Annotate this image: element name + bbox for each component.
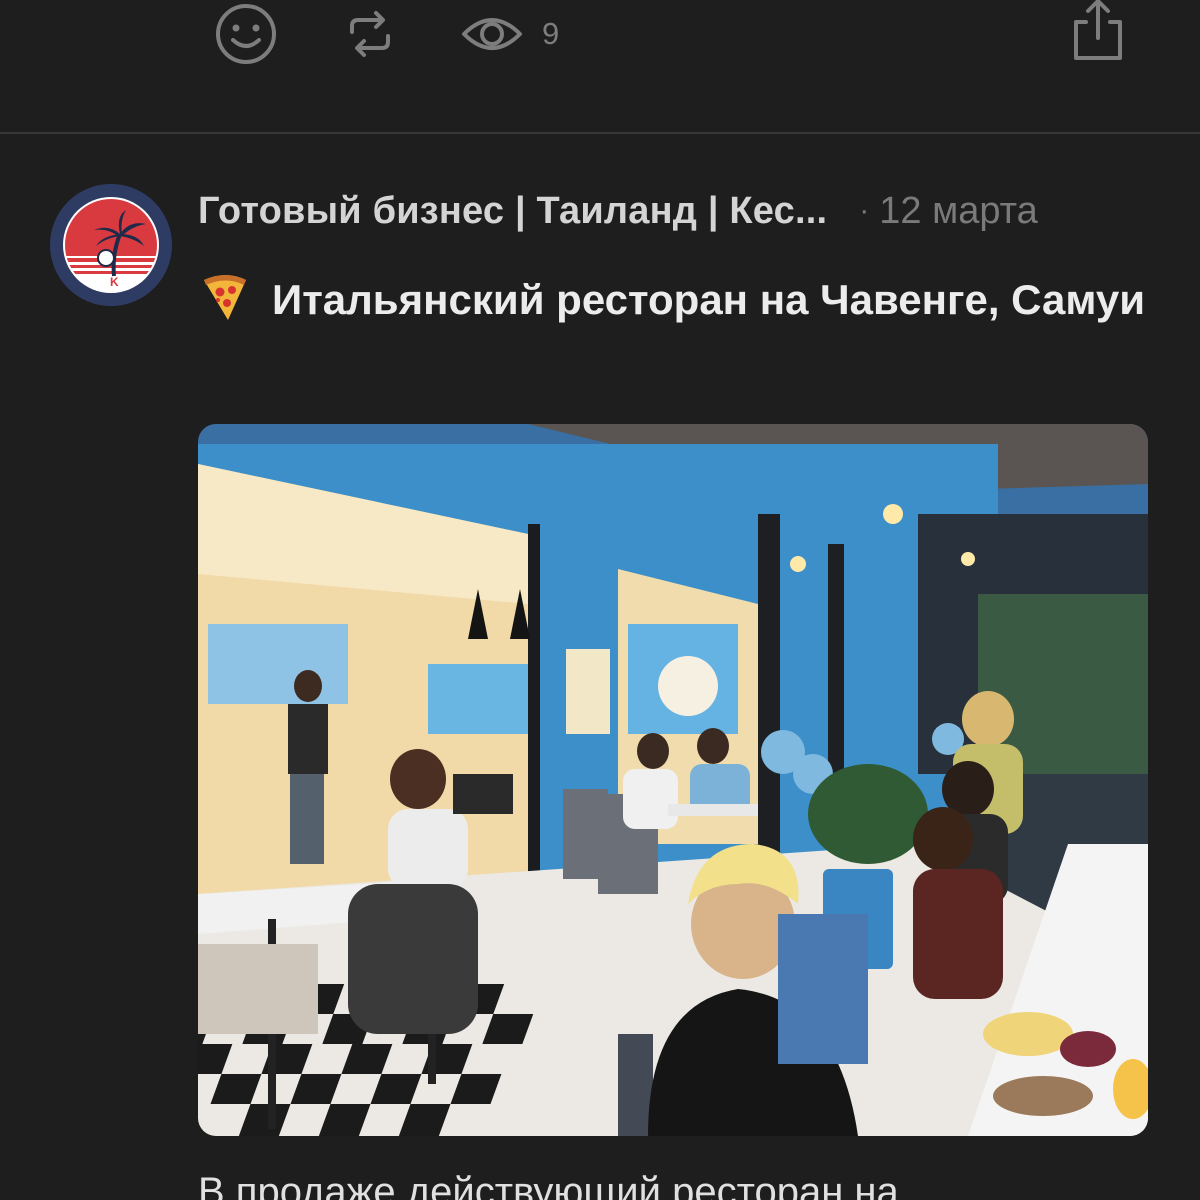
- repost-button[interactable]: [342, 2, 398, 66]
- share-icon: [1074, 0, 1122, 60]
- date-separator: ·: [859, 194, 870, 227]
- post-date: 12 марта: [879, 189, 1038, 232]
- share-button[interactable]: [1068, 0, 1128, 62]
- post-header: Готовый бизнес | Таиланд | Кес... · 12 м…: [198, 186, 1148, 236]
- post-title-text: Итальянский ресторан на Чавенге, Самуи: [272, 276, 1146, 323]
- repost-icon: [350, 11, 390, 57]
- post-title: Итальянский ресторан на Чавенге, Самуи: [198, 266, 1158, 334]
- restaurant-photo[interactable]: [198, 424, 1148, 1136]
- channel-avatar[interactable]: K: [50, 184, 172, 306]
- views-counter: 9: [460, 2, 559, 66]
- smile-icon: [216, 4, 276, 64]
- post-text: В продаже действующий ресторан на: [198, 1170, 899, 1200]
- views-count: 9: [542, 16, 560, 51]
- channel-name[interactable]: Готовый бизнес | Таиланд | Кес...: [198, 190, 827, 233]
- svg-text:K: K: [110, 275, 119, 289]
- eye-icon: [462, 18, 522, 50]
- pizza-icon: [204, 275, 246, 320]
- reaction-button[interactable]: [214, 2, 278, 66]
- palm-logo-icon: K: [50, 184, 172, 306]
- channel-post: K Готовый бизнес | Таиланд | Кес... · 12…: [0, 134, 1200, 1200]
- restaurant-photo-image: [198, 424, 1148, 1136]
- previous-post-actions: 9: [0, 0, 1200, 132]
